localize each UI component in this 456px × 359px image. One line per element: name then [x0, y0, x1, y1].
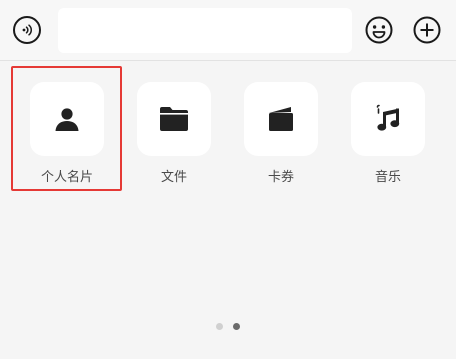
emoji-icon [365, 16, 393, 44]
chat-input-bar [0, 0, 456, 60]
panel-item-label: 卡券 [267, 170, 294, 185]
emoji-button[interactable] [365, 16, 393, 44]
panel-item-contact-card[interactable]: 个人名片 [30, 82, 104, 192]
panel-item-music[interactable]: 音乐 [351, 82, 425, 192]
music-tile[interactable] [351, 82, 425, 156]
page-indicator[interactable] [0, 316, 456, 330]
voice-input-icon [22, 24, 33, 36]
file-tile[interactable] [137, 82, 211, 156]
panel-item-label: 个人名片 [40, 170, 93, 185]
folder-icon [160, 107, 188, 131]
panel-item-label: 文件 [160, 170, 187, 185]
contact-card-icon [55, 108, 79, 131]
coupon-tile[interactable] [244, 82, 318, 156]
panel-item-file[interactable]: 文件 [137, 82, 211, 192]
panel-item-label: 音乐 [374, 170, 401, 185]
more-functions-button[interactable] [413, 16, 441, 44]
more-functions-panel: 个人名片 文件 卡券 音乐 [0, 61, 456, 359]
message-input[interactable] [58, 8, 352, 53]
contact-card-tile[interactable] [30, 82, 104, 156]
voice-input-button[interactable] [13, 16, 41, 44]
plus-icon [413, 16, 441, 44]
page-dot-1[interactable] [216, 323, 223, 330]
page-dot-2[interactable] [233, 323, 240, 330]
wallet-icon [269, 107, 293, 131]
panel-item-coupon[interactable]: 卡券 [244, 82, 318, 192]
music-icon [376, 104, 400, 131]
